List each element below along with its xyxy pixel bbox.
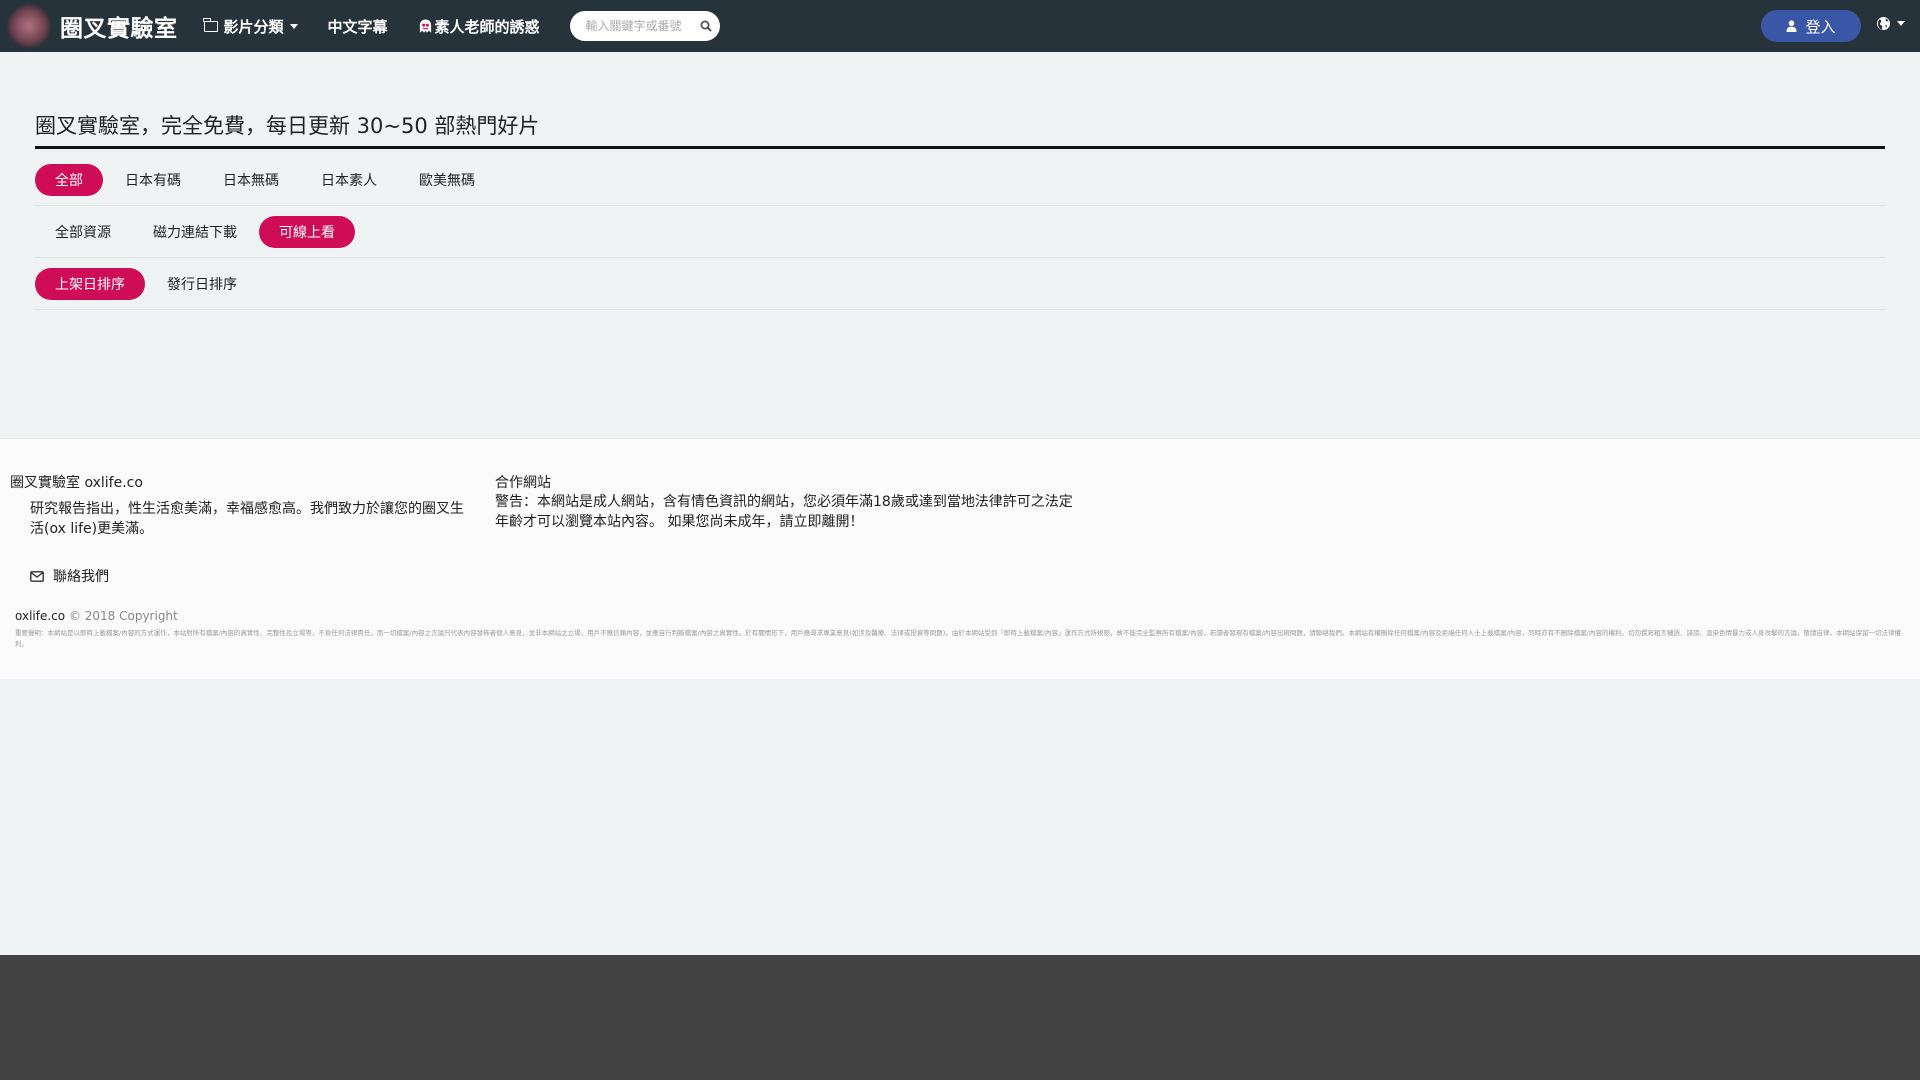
footer-partners-heading: 合作網站 — [495, 475, 551, 491]
ghost-icon — [419, 19, 431, 33]
search-icon[interactable] — [700, 20, 712, 32]
filter-region-all[interactable]: 全部 — [35, 163, 103, 196]
filter-source-online[interactable]: 可線上看 — [259, 215, 355, 248]
filter-region-jp-amateur[interactable]: 日本素人 — [301, 164, 397, 196]
copyright-text: © 2018 Copyright — [68, 609, 178, 623]
brand-name[interactable]: 圈叉實驗室 — [60, 9, 178, 43]
site-logo-icon[interactable] — [8, 5, 50, 47]
footer-disclaimer: 重要聲明：本網站是以即時上載檔案/內容的方式運作，本站對所有檔案/內容的真實性、… — [15, 629, 1901, 648]
contact-us-link[interactable]: 聯絡我們 — [30, 566, 109, 586]
categories-label: 影片分類 — [223, 17, 284, 36]
user-icon — [1786, 20, 1797, 32]
filter-region-jp-censored[interactable]: 日本有碼 — [105, 164, 201, 196]
contact-us-label: 聯絡我們 — [53, 569, 109, 585]
sort-by-upload-date[interactable]: 上架日排序 — [35, 267, 145, 300]
search-box — [569, 11, 720, 41]
teacher-label: 素人老師的誘惑 — [434, 17, 540, 36]
nav-link-subtitles[interactable]: 中文字幕 — [328, 0, 388, 52]
filter-source-all[interactable]: 全部資源 — [35, 216, 131, 248]
page-title: 圈叉實驗室，完全免費，每日更新 30~50 部熱門好片 — [35, 110, 1885, 149]
sort-filter-row: 上架日排序 發行日排序 — [35, 258, 1885, 310]
top-navbar: 圈叉實驗室 影片分類 中文字幕 素人老師的誘惑 登入 — [0, 0, 1920, 52]
globe-icon — [1876, 16, 1891, 31]
envelope-icon — [30, 570, 44, 582]
region-filter-row: 全部 日本有碼 日本無碼 日本素人 歐美無碼 — [35, 154, 1885, 206]
nav-link-teacher[interactable]: 素人老師的誘惑 — [418, 0, 540, 52]
source-filter-row: 全部資源 磁力連結下載 可線上看 — [35, 206, 1885, 258]
footer-copyright: oxlife.co © 2018 Copyright — [15, 609, 178, 623]
filter-region-jp-uncensored[interactable]: 日本無碼 — [203, 164, 299, 196]
folder-icon — [202, 17, 218, 32]
copyright-domain-link[interactable]: oxlife.co — [15, 609, 65, 623]
footer: 圈叉實驗室 oxlife.co 研究報告指出，性生活愈美滿，幸福感愈高。我們致力… — [0, 438, 1920, 679]
filter-region-western-uncensored[interactable]: 歐美無碼 — [399, 164, 495, 196]
caret-down-icon — [289, 23, 298, 29]
page-bottom-band — [0, 955, 1920, 1080]
footer-age-warning: 警告：本網站是成人網站，含有情色資訊的網站，您必須年滿18歲或達到當地法律許可之… — [495, 494, 1073, 530]
login-label: 登入 — [1805, 17, 1836, 36]
footer-description: 研究報告指出，性生活愈美滿，幸福感愈高。我們致力於讓您的圈叉生活(ox life… — [30, 501, 464, 537]
filter-source-magnet[interactable]: 磁力連結下載 — [133, 216, 257, 248]
login-button[interactable]: 登入 — [1761, 10, 1861, 42]
language-dropdown[interactable] — [1876, 16, 1905, 31]
subtitles-label: 中文字幕 — [327, 17, 388, 36]
caret-down-icon — [1897, 21, 1905, 26]
footer-site-name: 圈叉實驗室 oxlife.co — [10, 475, 143, 491]
categories-dropdown[interactable]: 影片分類 — [202, 0, 298, 52]
search-input[interactable] — [583, 18, 692, 34]
sort-by-release-date[interactable]: 發行日排序 — [147, 268, 257, 300]
